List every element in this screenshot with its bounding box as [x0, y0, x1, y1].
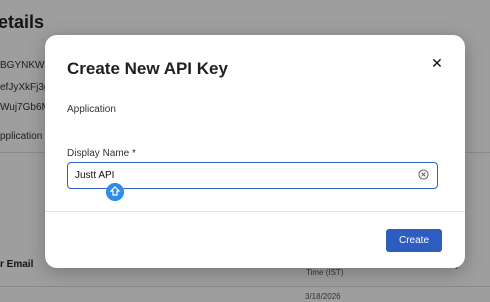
display-name-input[interactable] — [75, 163, 405, 187]
close-icon[interactable]: ✕ — [429, 55, 445, 71]
display-name-label: Display Name * — [67, 148, 136, 159]
clear-icon[interactable] — [418, 169, 429, 180]
display-name-field[interactable] — [67, 162, 438, 189]
dialog-divider — [45, 211, 465, 212]
application-label: Application — [67, 104, 116, 115]
dialog-title: Create New API Key — [67, 59, 228, 78]
create-button[interactable]: Create — [386, 229, 442, 252]
text-cursor-handle-icon[interactable] — [106, 183, 124, 201]
create-api-key-dialog: Create New API Key ✕ Application Display… — [45, 35, 465, 268]
